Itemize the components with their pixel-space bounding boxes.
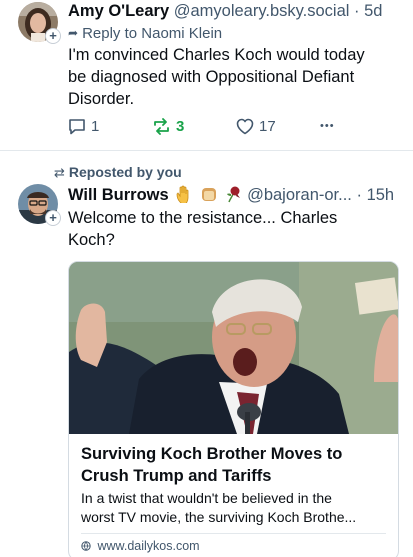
post-will-burrows[interactable]: ⇄ Reposted by you + Will Burrows @bajora… (0, 151, 413, 557)
post-text-line: Disorder. (68, 90, 135, 108)
link-card[interactable]: Surviving Koch Brother Moves to Crush Tr… (68, 261, 399, 557)
link-card-url[interactable]: www.dailykos.com (81, 539, 200, 553)
link-card-separator (81, 533, 386, 534)
reply-prefix: Reply to (82, 25, 138, 42)
reply-to-line[interactable]: ➦ Reply to Naomi Klein (68, 23, 222, 44)
link-card-description-line: In a twist that wouldn't be believed in … (81, 490, 332, 506)
post-amy-oleary[interactable]: + Amy O'Leary @amyoleary.bsky.social · 5… (0, 0, 413, 150)
post-time[interactable]: 5d (364, 2, 382, 20)
link-card-image (69, 262, 398, 434)
author-handle[interactable]: @bajoran-or... (247, 186, 352, 204)
reposted-by-line: ⇄ Reposted by you (54, 163, 182, 182)
author-name[interactable]: Will Burrows (68, 186, 169, 204)
link-card-title-line: Surviving Koch Brother Moves to (81, 445, 343, 463)
repost-icon (154, 117, 169, 135)
repost-small-icon: ⇄ (54, 165, 65, 180)
reply-arrow-icon: ➦ (68, 26, 79, 40)
author-name[interactable]: Amy O'Leary (68, 2, 169, 20)
avatar[interactable]: + (18, 2, 61, 44)
author-handle[interactable]: @amyoleary.bsky.social (174, 2, 350, 20)
separator-dot: · (356, 186, 362, 204)
globe-icon (81, 539, 94, 553)
reply-to-name[interactable]: Naomi Klein (141, 25, 222, 42)
heart-icon (236, 118, 254, 134)
reposted-by-label: Reposted by you (68, 164, 182, 180)
link-card-description-line: worst TV movie, the surviving Koch Broth… (81, 509, 357, 525)
post-text-line: Welcome to the resistance... Charles (68, 209, 338, 227)
post-text-line: I'm convinced Charles Koch would today (68, 46, 365, 64)
follow-badge[interactable]: + (45, 28, 61, 44)
like-count: 17 (259, 117, 276, 135)
more-icon: ••• (320, 120, 335, 132)
avatar[interactable]: + (18, 184, 61, 226)
repost-count: 3 (176, 117, 185, 135)
reply-icon (69, 118, 85, 134)
wilted-rose-emoji (224, 185, 242, 209)
raised-hand-emoji (175, 185, 193, 209)
more-options-button[interactable]: ••• (320, 116, 335, 136)
post-text-line: Koch? (68, 231, 115, 249)
like-button[interactable]: 17 (236, 116, 276, 136)
follow-badge[interactable]: + (45, 210, 61, 226)
post-text: I'm convinced Charles Koch would today b… (68, 44, 365, 110)
link-card-title[interactable]: Surviving Koch Brother Moves to Crush Tr… (81, 443, 391, 487)
post-text: Welcome to the resistance... Charles Koc… (68, 207, 337, 251)
separator-dot: · (354, 2, 360, 20)
link-card-title-line: Crush Trump and Tariffs (81, 467, 272, 485)
bread-emoji (200, 185, 218, 209)
post-actions: 1 3 17 ••• (68, 116, 398, 136)
reply-count: 1 (91, 117, 100, 135)
link-card-description: In a twist that wouldn't be believed in … (81, 489, 393, 527)
link-card-domain: www.dailykos.com (97, 539, 200, 553)
post-header: Amy O'Leary @amyoleary.bsky.social · 5d (68, 0, 382, 22)
post-text-line: be diagnosed with Oppositional Defiant (68, 68, 355, 86)
reply-button[interactable]: 1 (68, 116, 99, 136)
post-header: Will Burrows @bajoran-or... · 15h (68, 184, 394, 209)
post-time[interactable]: 15h (367, 186, 395, 204)
repost-button[interactable]: 3 (152, 116, 184, 136)
